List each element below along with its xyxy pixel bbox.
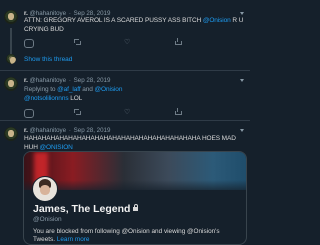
retweet-icon[interactable] [74, 39, 82, 46]
chevron-down-icon[interactable] [240, 129, 244, 132]
reply-context: Replying to @af_laff and @Onision [24, 86, 123, 93]
card-avatar[interactable] [32, 176, 58, 202]
tweet-text: ATTN: GREGORY AVEROL IS A SCARED PUSSY A… [24, 17, 244, 33]
heart-icon[interactable]: ♡ [124, 39, 132, 46]
mention-link[interactable]: @Onision [95, 86, 123, 93]
user-name[interactable]: r. [24, 77, 28, 84]
card-profile-name: James, The Legend [33, 203, 139, 215]
mention-link[interactable]: @ONISION [40, 144, 73, 151]
embedded-profile-card[interactable]: James, The Legend @Onision You are block… [23, 151, 247, 245]
mention-link[interactable]: @notsolilionnns [24, 95, 69, 102]
tweet-actions: ♡ [24, 108, 224, 118]
user-name[interactable]: r. [24, 10, 28, 17]
thread-line [10, 28, 12, 54]
blocked-message: You are blocked from following @Onision … [33, 228, 220, 243]
show-thread-link[interactable]: Show this thread [24, 56, 72, 63]
retweet-icon[interactable] [74, 109, 82, 116]
user-name[interactable]: r. [24, 127, 28, 134]
share-icon[interactable] [174, 38, 182, 46]
tweet-date[interactable]: Sep 28, 2019 [74, 127, 111, 134]
chevron-down-icon[interactable] [240, 79, 244, 82]
tweet-text: HAHAHAHAHAHAHAHAHAHAHAHAHAHAHAHAHAHAHAHA… [24, 135, 236, 151]
learn-more-link[interactable]: Learn more [57, 236, 90, 243]
reply-icon[interactable] [24, 109, 34, 118]
user-handle[interactable]: @hahanitoye [30, 77, 67, 84]
user-handle[interactable]: @hahanitoye [30, 10, 67, 17]
user-handle[interactable]: @hahanitoye [30, 127, 67, 134]
tweet-date[interactable]: Sep 28, 2019 [74, 77, 111, 84]
heart-icon[interactable]: ♡ [124, 109, 132, 116]
tweet-header: r. @hahanitoye · Sep 28, 2019 [24, 10, 111, 17]
tweet-actions: ♡ [24, 38, 224, 48]
card-profile-handle: @Onision [33, 216, 62, 223]
profile-avatar[interactable] [4, 10, 18, 24]
profile-avatar[interactable] [4, 127, 18, 141]
lock-icon [133, 204, 139, 211]
chevron-down-icon[interactable] [240, 12, 244, 15]
divider [0, 120, 250, 121]
tweet-header: r. @hahanitoye · Sep 28, 2019 [24, 127, 111, 134]
divider [0, 70, 250, 71]
tweet-header: r. @hahanitoye · Sep 28, 2019 [24, 77, 111, 84]
tweet-date[interactable]: Sep 28, 2019 [74, 10, 111, 17]
reply-icon[interactable] [24, 39, 34, 48]
thread-avatar[interactable] [6, 54, 16, 64]
mention-link[interactable]: @Onision [203, 17, 231, 24]
mention-link[interactable]: @af_laff [57, 86, 80, 93]
tweet-text: @notsolilionnns LOL [24, 95, 83, 102]
profile-avatar[interactable] [4, 77, 18, 91]
share-icon[interactable] [174, 108, 182, 116]
